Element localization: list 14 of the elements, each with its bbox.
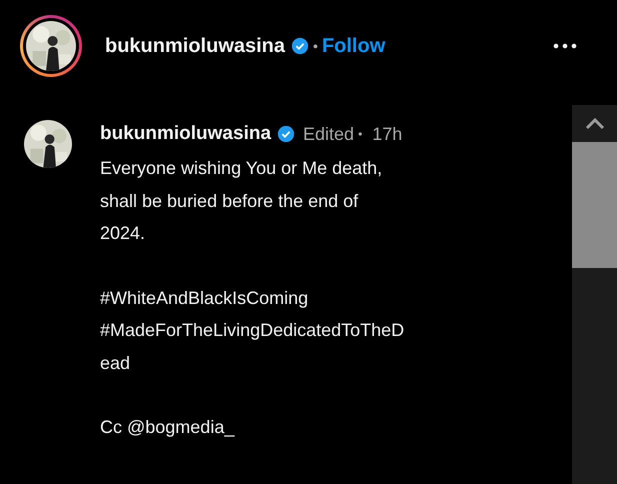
more-options-icon[interactable] xyxy=(553,43,577,49)
edited-label: Edited xyxy=(303,122,354,146)
username[interactable]: bukunmioluwasina xyxy=(105,31,286,61)
scrollbar-thumb[interactable] xyxy=(572,142,617,268)
timestamp: 17h xyxy=(372,122,402,146)
caption-paragraph: Everyone wishing You or Me death, shall be buried before the end of 2024. xyxy=(100,157,384,245)
caption-paragraph: #WhiteAndBlackIsComing #MadeForTheLivingDedicatedToTheD ead xyxy=(100,286,404,374)
follow-button[interactable]: Follow xyxy=(322,31,386,61)
separator-dot: • xyxy=(313,36,318,56)
chevron-up-icon[interactable] xyxy=(584,118,604,130)
caption-paragraph: Cc @bogmedia_ xyxy=(100,416,236,439)
scrollbar[interactable] xyxy=(572,105,617,484)
separator-dot: • xyxy=(358,126,362,143)
username[interactable]: bukunmioluwasina xyxy=(100,120,272,148)
